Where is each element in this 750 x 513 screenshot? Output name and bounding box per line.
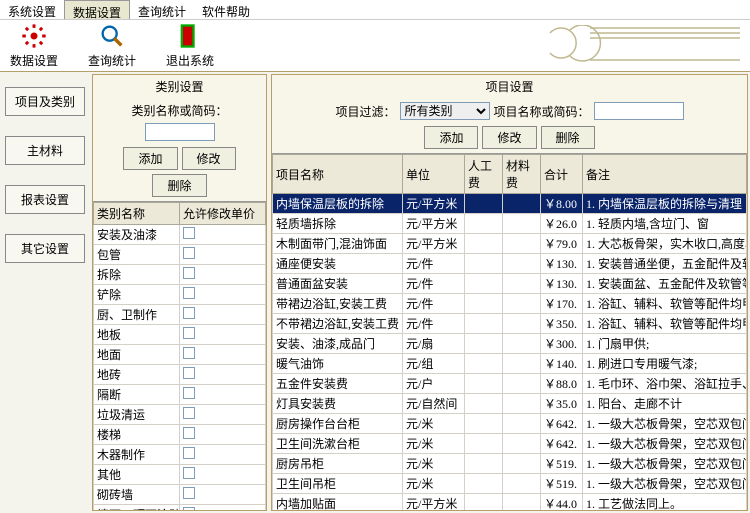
checkbox[interactable] <box>183 327 195 339</box>
category-row[interactable]: 木器制作 <box>94 445 266 465</box>
checkbox[interactable] <box>183 447 195 459</box>
project-add-button[interactable]: 添加 <box>424 126 478 149</box>
toolbar: 数据设置查询统计退出系统 <box>0 20 750 72</box>
category-delete-button[interactable]: 删除 <box>152 174 206 197</box>
project-row[interactable]: 轻质墙拆除元/平方米￥26.01. 轻质内墙,含垃门、窗 <box>273 214 747 234</box>
category-row[interactable]: 其他 <box>94 465 266 485</box>
project-row[interactable]: 暖气油饰元/组￥140.1. 刷进口专用暖气漆; <box>273 354 747 374</box>
category-add-button[interactable]: 添加 <box>123 147 177 170</box>
project-row[interactable]: 五金件安装费元/户￥88.01. 毛巾环、浴巾架、浴缸拉手、肥皂 <box>273 374 747 394</box>
category-panel: 类别设置 类别名称或简码： 添加 修改 删除 类别名称允许修改单价安装及油漆包管… <box>92 74 267 511</box>
category-row[interactable]: 地面 <box>94 345 266 365</box>
category-row[interactable]: 楼梯 <box>94 425 266 445</box>
checkbox[interactable] <box>183 227 195 239</box>
exit-icon <box>176 22 204 50</box>
category-row[interactable]: 厨、卫制作 <box>94 305 266 325</box>
category-row[interactable]: 地砖 <box>94 365 266 385</box>
category-grid[interactable]: 类别名称允许修改单价安装及油漆包管拆除铲除厨、卫制作地板地面地砖隔断垃圾清运楼梯… <box>93 202 266 510</box>
category-row[interactable]: 垃圾清运 <box>94 405 266 425</box>
category-row[interactable]: 拆除 <box>94 265 266 285</box>
checkbox[interactable] <box>183 267 195 279</box>
project-panel: 项目设置 项目过滤： 所有类别 项目名称或简码： 添加 修改 删除 项目名称单位… <box>271 74 748 511</box>
checkbox[interactable] <box>183 487 195 499</box>
project-row[interactable]: 内墙加贴面元/平方米￥44.01. 工艺做法同上。 <box>273 494 747 511</box>
project-row[interactable]: 普通面盆安装元/件￥130.1. 安装面盆、五金配件及软管等,单 <box>273 274 747 294</box>
category-panel-title: 类别设置 <box>93 75 266 98</box>
checkbox[interactable] <box>183 467 195 479</box>
sidebar-btn-1[interactable]: 主材料 <box>5 136 85 165</box>
decorative-column <box>540 25 740 65</box>
checkbox[interactable] <box>183 387 195 399</box>
checkbox[interactable] <box>183 367 195 379</box>
data-settings-button[interactable]: 数据设置 <box>10 22 58 69</box>
project-row[interactable]: 木制面带门,混油饰面元/平方米￥79.01. 大芯板骨架，实木收口,高度小于 <box>273 234 747 254</box>
project-grid[interactable]: 项目名称单位人工费材料费合计备注内墙保温层板的拆除元/平方米￥8.001. 内墙… <box>272 154 747 510</box>
gear-icon <box>20 22 48 50</box>
project-row[interactable]: 安装、油漆,成品门元/扇￥300.1. 门扇甲供; <box>273 334 747 354</box>
project-row[interactable]: 厨房操作台台柜元/米￥642.1. 一级大芯板骨架，空芯双包门，PVC收. <box>273 414 747 434</box>
project-row[interactable]: 厨房吊柜元/米￥519.1. 一级大芯板骨架，空芯双包门，PVC收. <box>273 454 747 474</box>
sidebar: 项目及类别主材料报表设置其它设置 <box>0 72 90 513</box>
project-delete-button[interactable]: 删除 <box>541 126 595 149</box>
checkbox[interactable] <box>183 347 195 359</box>
project-name-label: 项目名称或简码： <box>494 103 590 120</box>
project-row[interactable]: 卫生间吊柜元/米￥519.1. 一级大芯板骨架，空芯双包门，PVC收. <box>273 474 747 494</box>
query-stats-button[interactable]: 查询统计 <box>88 22 136 69</box>
project-filter-label: 项目过滤： <box>335 103 395 120</box>
menubar: 系统设置数据设置查询统计软件帮助 <box>0 0 750 20</box>
checkbox[interactable] <box>183 427 195 439</box>
checkbox[interactable] <box>183 247 195 259</box>
sidebar-btn-0[interactable]: 项目及类别 <box>5 87 85 116</box>
search-icon <box>98 22 126 50</box>
menu-2[interactable]: 查询统计 <box>130 0 194 19</box>
project-row[interactable]: 卫生间洗漱台柜元/米￥642.1. 一级大芯板骨架，空芯双包门，PVC收. <box>273 434 747 454</box>
category-row[interactable]: 砌砖墙 <box>94 485 266 505</box>
project-row[interactable]: 内墙保温层板的拆除元/平方米￥8.001. 内墙保温层板的拆除与清理 <box>273 194 747 214</box>
sidebar-btn-3[interactable]: 其它设置 <box>5 234 85 263</box>
category-row[interactable]: 地板 <box>94 325 266 345</box>
checkbox[interactable] <box>183 287 195 299</box>
project-name-input[interactable] <box>594 102 684 120</box>
project-row[interactable]: 灯具安装费元/自然间￥35.01. 阳台、走廊不计 <box>273 394 747 414</box>
project-panel-title: 项目设置 <box>272 75 747 98</box>
category-name-label: 类别名称或简码： <box>131 102 227 119</box>
category-modify-button[interactable]: 修改 <box>182 147 236 170</box>
checkbox[interactable] <box>183 407 195 419</box>
sidebar-btn-2[interactable]: 报表设置 <box>5 185 85 214</box>
menu-3[interactable]: 软件帮助 <box>194 0 258 19</box>
project-row[interactable]: 通座便安装元/件￥130.1. 安装普通坐便，五金配件及软管; <box>273 254 747 274</box>
checkbox[interactable] <box>183 507 195 511</box>
category-row[interactable]: 安装及油漆 <box>94 225 266 245</box>
category-row[interactable]: 墙面、顶面涂贴 <box>94 505 266 511</box>
menu-0[interactable]: 系统设置 <box>0 0 64 19</box>
category-row[interactable]: 隔断 <box>94 385 266 405</box>
menu-1[interactable]: 数据设置 <box>64 0 130 19</box>
exit-system-button[interactable]: 退出系统 <box>166 22 214 69</box>
category-row[interactable]: 包管 <box>94 245 266 265</box>
category-row[interactable]: 铲除 <box>94 285 266 305</box>
category-name-input[interactable] <box>145 123 215 141</box>
project-row[interactable]: 带裙边浴缸,安装工费元/件￥170.1. 浴缸、辅料、软管等配件均甲供, <box>273 294 747 314</box>
checkbox[interactable] <box>183 307 195 319</box>
project-row[interactable]: 不带裙边浴缸,安装工费元/件￥350.1. 浴缸、辅料、软管等配件均甲供, <box>273 314 747 334</box>
project-modify-button[interactable]: 修改 <box>482 126 536 149</box>
project-filter-select[interactable]: 所有类别 <box>400 102 490 120</box>
